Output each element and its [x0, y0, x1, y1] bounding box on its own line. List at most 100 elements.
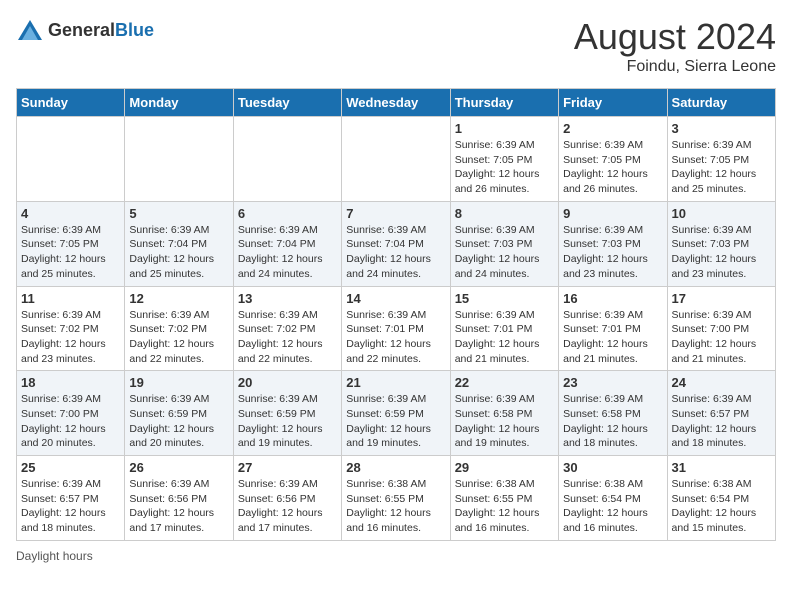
calendar-cell: 18Sunrise: 6:39 AM Sunset: 7:00 PM Dayli…: [17, 371, 125, 456]
calendar-week-row: 4 Sunrise: 6:39 AM Sunset: 7:05 PM Daylig…: [17, 201, 776, 286]
calendar-cell: 31 Sunrise: 6:38 AM Sunset: 6:54 PM Dayli…: [667, 456, 775, 541]
calendar-cell: 11 Sunrise: 6:39 AM Sunset: 7:02 PM Dayli…: [17, 286, 125, 371]
calendar-cell: 3Sunrise: 6:39 AM Sunset: 7:05 PM Daylig…: [667, 117, 775, 202]
day-info: Sunrise: 6:39 AM Sunset: 7:05 PM Dayligh…: [455, 138, 554, 197]
calendar-day-header: Sunday: [17, 89, 125, 117]
calendar-cell: 1 Sunrise: 6:39 AM Sunset: 7:05 PM Daylig…: [450, 117, 558, 202]
day-number: 31: [672, 460, 771, 475]
day-info: Sunrise: 6:39 AM Sunset: 7:05 PM Dayligh…: [563, 138, 662, 197]
day-info: Sunrise: 6:39 AM Sunset: 7:02 PM Dayligh…: [21, 308, 120, 367]
day-info: Sunrise: 6:39 AM Sunset: 7:01 PM Dayligh…: [455, 308, 554, 367]
day-number: 15: [455, 291, 554, 306]
day-info: Sunrise: 6:39 AM Sunset: 7:05 PM Dayligh…: [21, 223, 120, 282]
day-info: Sunrise: 6:39 AM Sunset: 7:04 PM Dayligh…: [346, 223, 445, 282]
title-block: August 2024 Foindu, Sierra Leone: [574, 16, 776, 76]
footer-label: Daylight hours: [16, 549, 93, 563]
day-info: Sunrise: 6:39 AM Sunset: 7:04 PM Dayligh…: [238, 223, 337, 282]
logo-blue: Blue: [115, 20, 154, 40]
calendar-cell: 23 Sunrise: 6:39 AM Sunset: 6:58 PM Dayli…: [559, 371, 667, 456]
day-number: 22: [455, 375, 554, 390]
day-number: 6: [238, 206, 337, 221]
calendar-day-header: Tuesday: [233, 89, 341, 117]
calendar-cell: [233, 117, 341, 202]
day-number: 2: [563, 121, 662, 136]
day-info: Sunrise: 6:38 AM Sunset: 6:55 PM Dayligh…: [346, 477, 445, 536]
day-number: 29: [455, 460, 554, 475]
calendar-cell: 2 Sunrise: 6:39 AM Sunset: 7:05 PM Daylig…: [559, 117, 667, 202]
calendar-day-header: Saturday: [667, 89, 775, 117]
day-number: 11: [21, 291, 120, 306]
day-number: 26: [129, 460, 228, 475]
day-info: Sunrise: 6:39 AM Sunset: 6:59 PM Dayligh…: [129, 392, 228, 451]
day-info: Sunrise: 6:39 AM Sunset: 6:59 PM Dayligh…: [238, 392, 337, 451]
calendar-cell: 25 Sunrise: 6:39 AM Sunset: 6:57 PM Dayli…: [17, 456, 125, 541]
day-info: Sunrise: 6:39 AM Sunset: 6:58 PM Dayligh…: [455, 392, 554, 451]
calendar-week-row: 25 Sunrise: 6:39 AM Sunset: 6:57 PM Dayli…: [17, 456, 776, 541]
day-number: 14: [346, 291, 445, 306]
logo-general: General: [48, 20, 115, 40]
calendar-day-header: Friday: [559, 89, 667, 117]
day-info: Sunrise: 6:39 AM Sunset: 7:03 PM Dayligh…: [672, 223, 771, 282]
location-title: Foindu, Sierra Leone: [574, 58, 776, 76]
calendar-body: 1 Sunrise: 6:39 AM Sunset: 7:05 PM Daylig…: [17, 117, 776, 541]
footer: Daylight hours: [16, 549, 776, 563]
day-number: 24: [672, 375, 771, 390]
calendar-cell: 14Sunrise: 6:39 AM Sunset: 7:01 PM Dayli…: [342, 286, 450, 371]
calendar-cell: 6 Sunrise: 6:39 AM Sunset: 7:04 PM Daylig…: [233, 201, 341, 286]
calendar-week-row: 18Sunrise: 6:39 AM Sunset: 7:00 PM Dayli…: [17, 371, 776, 456]
calendar-cell: 24 Sunrise: 6:39 AM Sunset: 6:57 PM Dayli…: [667, 371, 775, 456]
day-info: Sunrise: 6:38 AM Sunset: 6:55 PM Dayligh…: [455, 477, 554, 536]
logo-icon: [16, 16, 44, 44]
day-info: Sunrise: 6:39 AM Sunset: 6:58 PM Dayligh…: [563, 392, 662, 451]
day-number: 4: [21, 206, 120, 221]
calendar-cell: 20 Sunrise: 6:39 AM Sunset: 6:59 PM Dayli…: [233, 371, 341, 456]
day-number: 12: [129, 291, 228, 306]
day-info: Sunrise: 6:39 AM Sunset: 7:00 PM Dayligh…: [21, 392, 120, 451]
day-info: Sunrise: 6:39 AM Sunset: 6:56 PM Dayligh…: [238, 477, 337, 536]
calendar-cell: 4 Sunrise: 6:39 AM Sunset: 7:05 PM Daylig…: [17, 201, 125, 286]
day-info: Sunrise: 6:39 AM Sunset: 6:59 PM Dayligh…: [346, 392, 445, 451]
day-number: 10: [672, 206, 771, 221]
day-info: Sunrise: 6:38 AM Sunset: 6:54 PM Dayligh…: [563, 477, 662, 536]
day-info: Sunrise: 6:39 AM Sunset: 7:03 PM Dayligh…: [563, 223, 662, 282]
day-info: Sunrise: 6:39 AM Sunset: 6:57 PM Dayligh…: [21, 477, 120, 536]
calendar-table: SundayMondayTuesdayWednesdayThursdayFrid…: [16, 88, 776, 541]
calendar-cell: 29 Sunrise: 6:38 AM Sunset: 6:55 PM Dayli…: [450, 456, 558, 541]
day-number: 17: [672, 291, 771, 306]
calendar-cell: 15 Sunrise: 6:39 AM Sunset: 7:01 PM Dayli…: [450, 286, 558, 371]
calendar-cell: 28 Sunrise: 6:38 AM Sunset: 6:55 PM Dayli…: [342, 456, 450, 541]
calendar-cell: 12Sunrise: 6:39 AM Sunset: 7:02 PM Dayli…: [125, 286, 233, 371]
day-number: 5: [129, 206, 228, 221]
day-number: 8: [455, 206, 554, 221]
calendar-cell: 8Sunrise: 6:39 AM Sunset: 7:03 PM Daylig…: [450, 201, 558, 286]
day-number: 3: [672, 121, 771, 136]
day-number: 28: [346, 460, 445, 475]
day-info: Sunrise: 6:39 AM Sunset: 6:56 PM Dayligh…: [129, 477, 228, 536]
calendar-cell: [342, 117, 450, 202]
calendar-cell: [17, 117, 125, 202]
day-number: 23: [563, 375, 662, 390]
day-number: 19: [129, 375, 228, 390]
day-number: 21: [346, 375, 445, 390]
day-info: Sunrise: 6:39 AM Sunset: 6:57 PM Dayligh…: [672, 392, 771, 451]
calendar-cell: 17 Sunrise: 6:39 AM Sunset: 7:00 PM Dayli…: [667, 286, 775, 371]
calendar-cell: 26 Sunrise: 6:39 AM Sunset: 6:56 PM Dayli…: [125, 456, 233, 541]
calendar-day-header: Monday: [125, 89, 233, 117]
day-info: Sunrise: 6:39 AM Sunset: 7:00 PM Dayligh…: [672, 308, 771, 367]
day-number: 20: [238, 375, 337, 390]
day-info: Sunrise: 6:39 AM Sunset: 7:02 PM Dayligh…: [238, 308, 337, 367]
calendar-cell: 13 Sunrise: 6:39 AM Sunset: 7:02 PM Dayli…: [233, 286, 341, 371]
calendar-cell: 22 Sunrise: 6:39 AM Sunset: 6:58 PM Dayli…: [450, 371, 558, 456]
calendar-week-row: 11 Sunrise: 6:39 AM Sunset: 7:02 PM Dayli…: [17, 286, 776, 371]
day-number: 25: [21, 460, 120, 475]
day-number: 1: [455, 121, 554, 136]
calendar-cell: 9Sunrise: 6:39 AM Sunset: 7:03 PM Daylig…: [559, 201, 667, 286]
calendar-cell: 19 Sunrise: 6:39 AM Sunset: 6:59 PM Dayli…: [125, 371, 233, 456]
day-number: 13: [238, 291, 337, 306]
calendar-cell: 7Sunrise: 6:39 AM Sunset: 7:04 PM Daylig…: [342, 201, 450, 286]
day-number: 16: [563, 291, 662, 306]
logo: GeneralBlue: [16, 16, 154, 44]
calendar-cell: 10 Sunrise: 6:39 AM Sunset: 7:03 PM Dayli…: [667, 201, 775, 286]
day-info: Sunrise: 6:38 AM Sunset: 6:54 PM Dayligh…: [672, 477, 771, 536]
page-header: GeneralBlue August 2024 Foindu, Sierra L…: [16, 16, 776, 76]
